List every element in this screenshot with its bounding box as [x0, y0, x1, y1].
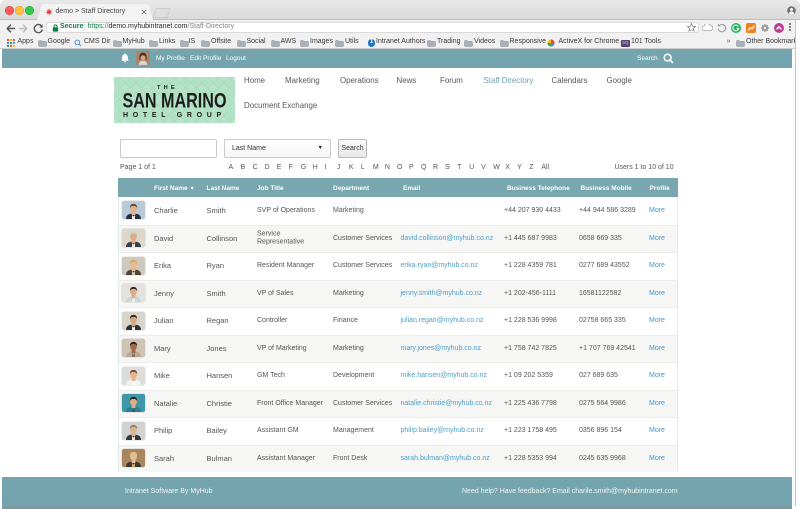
svg-text:SAN MARINO: SAN MARINO [123, 90, 227, 113]
svg-text:HOTEL GROUP: HOTEL GROUP [123, 112, 226, 119]
